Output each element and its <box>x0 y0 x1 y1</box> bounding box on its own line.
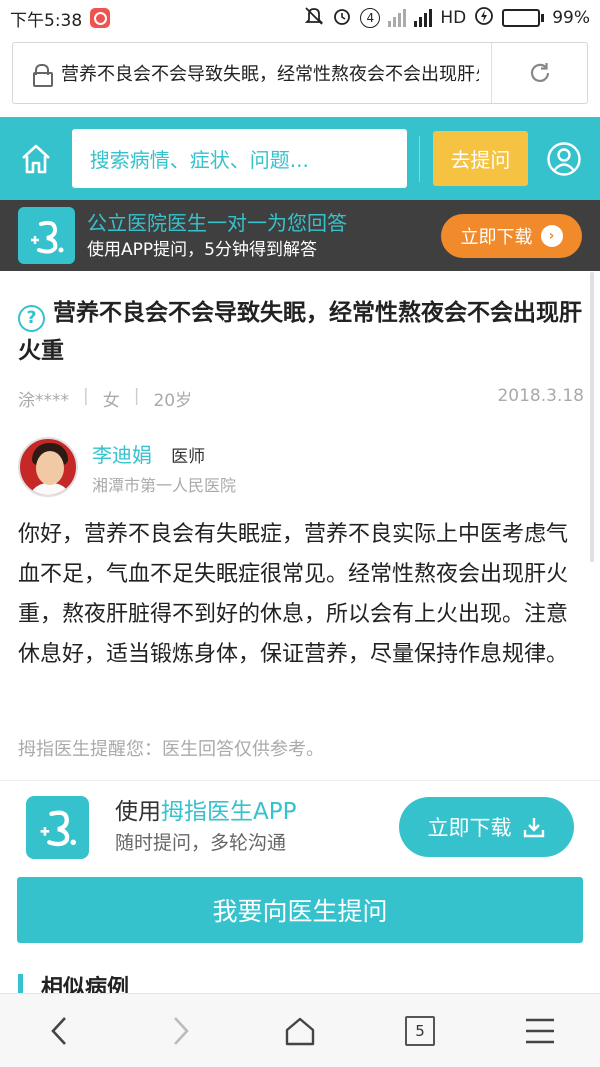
promo-app-name: 拇指医生APP <box>161 799 297 825</box>
battery-icon <box>502 9 545 27</box>
address-bar[interactable]: 营养不良会不会导致失眠，经常性熬夜会不会出现肝火重 <box>12 42 588 104</box>
section-divider <box>0 780 600 781</box>
tabs-button[interactable]: 5 <box>390 1001 450 1061</box>
menu-icon <box>526 1018 554 1043</box>
home-icon <box>285 1017 315 1045</box>
charging-icon <box>474 6 494 31</box>
scrollbar[interactable] <box>590 272 594 562</box>
promo-subtitle: 随时提问，多轮沟通 <box>115 832 287 854</box>
network-type: HD <box>440 8 467 28</box>
question-date: 2018.3.18 <box>497 386 584 406</box>
page-url-title[interactable]: 营养不良会不会导致失眠，经常性熬夜会不会出现肝火重 <box>61 60 479 86</box>
doctor-title: 医师 <box>171 446 206 467</box>
search-placeholder: 搜索病情、症状、问题... <box>89 148 309 172</box>
banner-title: 公立医院医生一对一为您回答 <box>87 210 347 235</box>
sim-badge: 4 <box>360 8 381 28</box>
forward-button[interactable] <box>150 1001 210 1061</box>
asker-age: 20岁 <box>153 391 193 411</box>
promo-title-prefix: 使用 <box>115 799 161 825</box>
question-title: ? 营养不良会不会导致失眠，经常性熬夜会不会出现肝火重 <box>18 294 584 370</box>
asker-name: 涂**** <box>18 391 69 411</box>
home-button[interactable] <box>270 1001 330 1061</box>
reload-button[interactable] <box>492 60 587 86</box>
mute-icon <box>304 6 324 31</box>
home-button[interactable] <box>0 142 72 176</box>
banner-download-label: 立即下载 <box>460 226 533 248</box>
promo-download-label: 立即下载 <box>427 816 512 840</box>
banner-download-button[interactable]: 立即下载 › <box>441 213 582 258</box>
promo-title: 使用拇指医生APP <box>115 796 296 828</box>
reload-icon <box>530 63 549 82</box>
app-logo <box>26 795 89 859</box>
header-divider <box>418 135 420 182</box>
ask-question-button[interactable]: 去提问 <box>432 131 529 186</box>
menu-button[interactable] <box>510 1001 570 1061</box>
app-download-banner[interactable]: 公立医院医生一对一为您回答 使用APP提问，5分钟得到解答 立即下载 › <box>0 200 600 271</box>
question-meta: 涂**** | 女 | 20岁 2018.3.18 <box>18 386 584 411</box>
download-icon <box>523 818 544 838</box>
search-input[interactable]: 搜索病情、症状、问题... <box>71 129 407 188</box>
asker-gender: 女 <box>102 391 120 411</box>
question-section: ? 营养不良会不会导致失眠，经常性熬夜会不会出现肝火重 涂**** | 女 | 2… <box>18 294 584 411</box>
user-icon <box>547 141 581 176</box>
app-logo <box>18 207 75 264</box>
signal-icon <box>414 9 433 27</box>
banner-subtitle: 使用APP提问，5分钟得到解答 <box>87 239 317 260</box>
back-button[interactable] <box>30 1001 90 1061</box>
doctor-card[interactable]: 李迪娟 医师 湘潭市第一人民医院 <box>18 437 236 497</box>
doctor-name[interactable]: 李迪娟 <box>92 443 152 467</box>
ask-doctor-button[interactable]: 我要向医生提问 <box>17 877 583 943</box>
home-icon <box>21 144 50 173</box>
disclaimer-text: 拇指医生提醒您：医生回答仅供参考。 <box>18 739 324 760</box>
chevron-left-icon <box>51 1016 66 1045</box>
question-icon: ? <box>18 304 45 332</box>
answer-text: 你好，营养不良会有失眠症，营养不良实际上中医考虑气血不足，气血不足失眠症很常见。… <box>18 522 569 667</box>
question-title-text: 营养不良会不会导致失眠，经常性熬夜会不会出现肝火重 <box>18 300 582 364</box>
alarm-icon <box>332 6 352 31</box>
chevron-right-icon: › <box>540 224 563 247</box>
chevron-right-icon <box>174 1016 189 1045</box>
site-header: 搜索病情、症状、问题... 去提问 <box>0 117 600 200</box>
tabs-count: 5 <box>405 1015 435 1046</box>
battery-level: 99% <box>552 8 590 28</box>
doctor-hospital: 湘潭市第一人民医院 <box>92 475 237 495</box>
status-time: 下午5:38 <box>10 10 83 31</box>
lock-icon <box>33 64 53 87</box>
app-promo: 使用拇指医生APP 随时提问，多轮沟通 立即下载 <box>0 790 600 864</box>
avatar[interactable] <box>18 437 78 497</box>
user-button[interactable] <box>528 141 600 177</box>
signal-icon <box>388 9 407 27</box>
promo-download-button[interactable]: 立即下载 <box>399 797 574 857</box>
notification-app-icon <box>90 8 111 28</box>
status-bar: 下午5:38 4 HD 99% <box>0 0 600 36</box>
browser-bottom-nav: 5 <box>0 993 600 1067</box>
